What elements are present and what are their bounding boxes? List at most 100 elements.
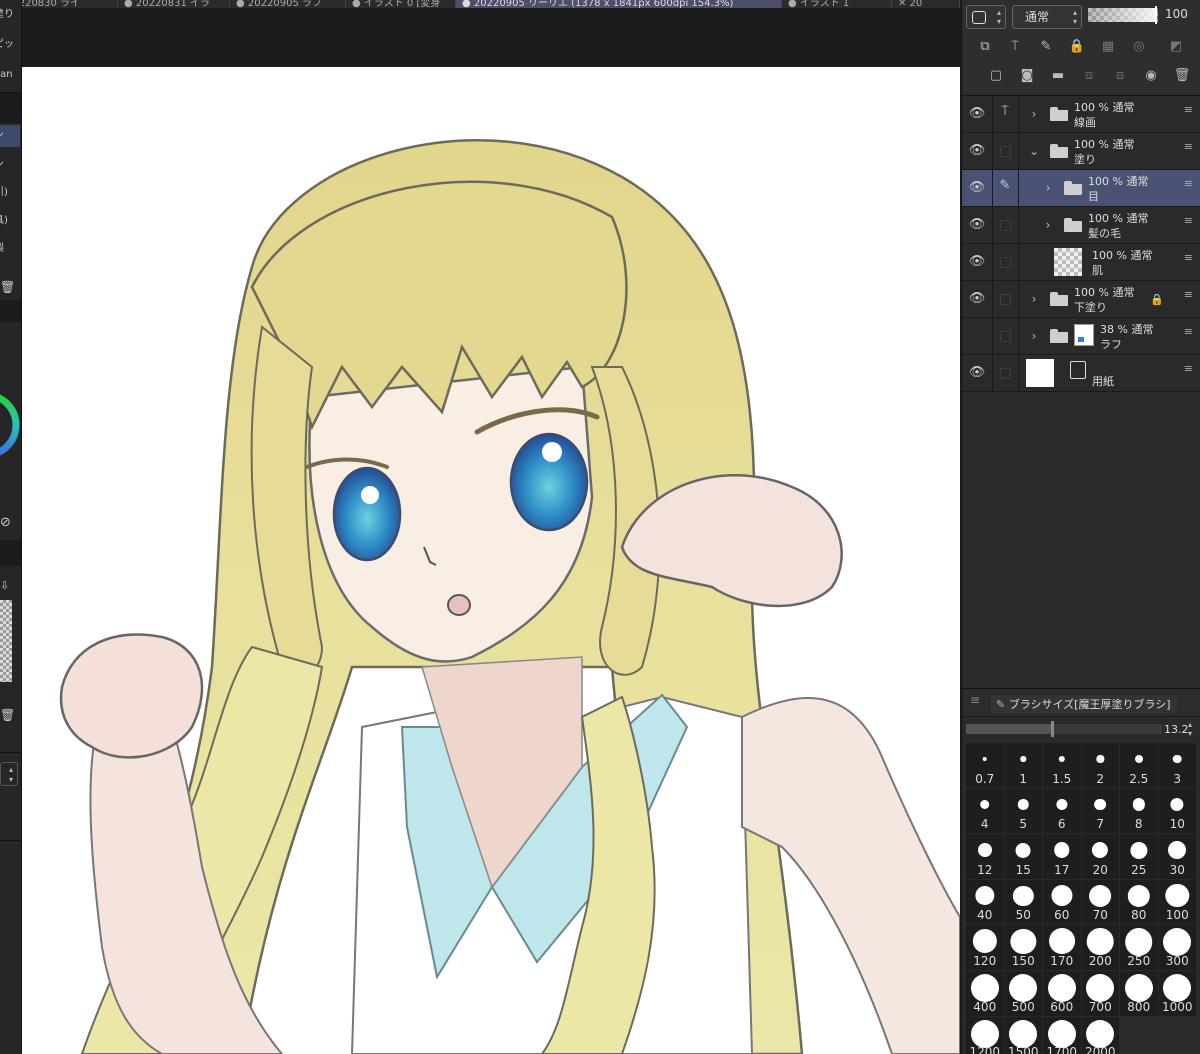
brush-size-option[interactable]: 6 <box>1043 788 1081 834</box>
layer-checkbox[interactable] <box>1000 331 1011 342</box>
tab-document[interactable]: ✕ 20 <box>892 0 960 8</box>
new-folder-icon[interactable]: ▬ <box>1049 67 1067 85</box>
layer-menu-icon[interactable]: ≡ <box>1184 141 1193 152</box>
eye-icon[interactable]: 👁 <box>968 143 986 159</box>
layer-menu-icon[interactable]: ≡ <box>1184 252 1193 263</box>
layer-row[interactable]: 👁 ⍑ › 100 % 通常 線画 ≡ <box>962 96 1200 133</box>
layer-row[interactable]: 👁 100 % 通常肌 ≡ <box>962 244 1200 281</box>
layer-row[interactable]: 👁 › 100 % 通常 髪の毛 ≡ <box>962 207 1200 244</box>
tab-document[interactable]: ● イラスト 1 <box>782 0 892 8</box>
layer-row[interactable]: › 38 % 通常 ラフ ≡ <box>962 318 1200 355</box>
tab-document[interactable]: ● イラスト 0 [変身 <box>346 0 456 8</box>
brush-size-option[interactable]: 0.7 <box>966 743 1004 788</box>
color-wheel-icon[interactable] <box>0 370 20 480</box>
stepper-icon[interactable]: ▴ ▾ <box>0 762 18 786</box>
brush-size-option[interactable]: 1 <box>1004 743 1042 788</box>
transfer-down-icon[interactable]: ⧈ <box>1080 67 1098 85</box>
pen-icon[interactable]: ✎ <box>994 178 1016 198</box>
new-raster-layer-icon[interactable]: ▢ <box>987 67 1005 85</box>
brush-size-option[interactable]: 60 <box>1043 879 1081 925</box>
tab-document[interactable]: ● 20220831 イラ <box>118 0 230 8</box>
left-strip-item[interactable]: 塗り <box>0 4 20 26</box>
left-strip-item[interactable]: 具) <box>0 210 20 232</box>
eye-icon[interactable]: 👁 <box>968 365 986 381</box>
layer-row[interactable]: 👁 用紙 ≡ <box>962 355 1200 392</box>
delete-layer-icon[interactable]: 🗑 <box>1173 67 1191 85</box>
chevron-right-icon[interactable]: › <box>1028 292 1040 306</box>
brush-size-option[interactable]: 500 <box>1004 970 1042 1016</box>
layer-menu-icon[interactable]: ≡ <box>1184 289 1193 300</box>
layer-color-selector[interactable]: ▴ ▾ <box>966 5 1006 29</box>
brush-size-option[interactable]: 1500 <box>1004 1016 1042 1054</box>
brush-size-option[interactable]: 25 <box>1120 834 1158 879</box>
lighthouse-icon[interactable]: ⍑ <box>994 104 1016 124</box>
brush-size-option[interactable]: 1700 <box>1043 1016 1081 1054</box>
brush-size-option[interactable]: 170 <box>1043 925 1081 970</box>
blend-mode-select[interactable]: 通常 ▴ ▾ <box>1012 5 1082 29</box>
brush-size-option[interactable]: 80 <box>1120 879 1158 925</box>
chevron-down-icon[interactable]: ⌄ <box>1028 144 1040 158</box>
chevron-right-icon[interactable]: › <box>1042 218 1054 232</box>
brush-palette-title[interactable]: ✎ ブラシサイズ[魔王厚塗りブラシ] <box>990 695 1177 713</box>
layer-row[interactable]: 👁 ✎ › 100 % 通常目 ≡ <box>962 170 1200 207</box>
eye-icon[interactable]: 👁 <box>968 180 986 196</box>
navigator-icon[interactable]: ⊘ <box>0 512 20 534</box>
layer-menu-icon[interactable]: ≡ <box>1184 178 1193 189</box>
merge-down-icon[interactable]: ⧈ <box>1111 67 1129 85</box>
layer-checkbox[interactable] <box>1000 146 1011 157</box>
brush-size-option[interactable]: 800 <box>1120 970 1158 1016</box>
brush-size-option[interactable]: 100 <box>1158 879 1196 925</box>
brush-size-option[interactable]: 2 <box>1081 743 1119 788</box>
brush-size-option[interactable]: 10 <box>1158 788 1196 834</box>
brush-size-option[interactable]: 2.5 <box>1120 743 1158 788</box>
brush-size-option[interactable]: 12 <box>966 834 1004 879</box>
brush-size-option[interactable]: 20 <box>1081 834 1119 879</box>
layer-mask-icon[interactable]: ◉ <box>1142 67 1160 85</box>
brush-size-option[interactable]: 1.5 <box>1043 743 1081 788</box>
chevron-updown-icon[interactable]: ▴ ▾ <box>1188 720 1192 738</box>
layer-checkbox[interactable] <box>1000 294 1011 305</box>
brush-size-option[interactable]: 250 <box>1120 925 1158 970</box>
brush-size-option[interactable]: 1200 <box>966 1016 1004 1054</box>
eye-icon[interactable]: 👁 <box>968 106 986 122</box>
tab-active-document[interactable]: ● 20220905 リーリエ (1378 x 1841px 600dpi 15… <box>456 0 782 8</box>
brush-size-option[interactable]: 1000 <box>1158 970 1196 1016</box>
trash-icon[interactable]: 🗑 <box>0 704 20 726</box>
lock-icon[interactable]: 🔒 <box>1068 38 1086 56</box>
brush-size-handle[interactable] <box>1051 721 1055 737</box>
brush-size-option[interactable]: 2000 <box>1081 1016 1119 1054</box>
brush-size-slider[interactable]: 13.2 ▴ ▾ <box>962 717 1200 741</box>
brush-size-option[interactable]: 8 <box>1120 788 1158 834</box>
eye-icon[interactable]: 👁 <box>968 217 986 233</box>
brush-size-option[interactable]: 50 <box>1004 879 1042 925</box>
layer-menu-icon[interactable]: ≡ <box>1184 363 1193 374</box>
layer-menu-icon[interactable]: ≡ <box>1184 104 1193 115</box>
left-strip-item[interactable]: 製 <box>0 238 20 260</box>
brush-size-option[interactable]: 17 <box>1043 834 1081 879</box>
left-strip-item[interactable]: 引) <box>0 182 20 204</box>
mask-enable-icon[interactable]: ◎ <box>1130 38 1148 56</box>
import-icon[interactable]: ⇩ <box>0 575 20 597</box>
lock-transparency-icon[interactable]: ▦ <box>1099 38 1117 56</box>
drawing-canvas[interactable] <box>22 67 960 1054</box>
brush-size-option[interactable]: 600 <box>1043 970 1081 1016</box>
left-strip-item[interactable]: ean <box>0 64 20 86</box>
left-strip-item[interactable]: ピッ <box>0 34 20 56</box>
clipping-icon[interactable]: ⧉ <box>976 38 994 56</box>
color-history-swatch[interactable] <box>0 600 12 682</box>
reference-layer-icon[interactable]: ⍑ <box>1006 38 1024 56</box>
layer-checkbox[interactable] <box>1000 220 1011 231</box>
chevron-right-icon[interactable]: › <box>1028 329 1040 343</box>
brush-size-option[interactable]: 30 <box>1158 834 1196 879</box>
brush-size-option[interactable]: 120 <box>966 925 1004 970</box>
brush-size-option[interactable]: 70 <box>1081 879 1119 925</box>
brush-size-option[interactable]: 150 <box>1004 925 1042 970</box>
layer-checkbox[interactable] <box>1000 368 1011 379</box>
layer-checkbox[interactable] <box>1000 257 1011 268</box>
mask-disable-icon[interactable]: ◩ <box>1167 38 1185 56</box>
brush-size-option[interactable]: 40 <box>966 879 1004 925</box>
brush-size-option[interactable]: 5 <box>1004 788 1042 834</box>
layer-row[interactable]: 👁 › 100 % 通常 下塗り 🔒 ≡ <box>962 281 1200 318</box>
brush-size-option[interactable]: 400 <box>966 970 1004 1016</box>
brush-size-option[interactable]: 7 <box>1081 788 1119 834</box>
